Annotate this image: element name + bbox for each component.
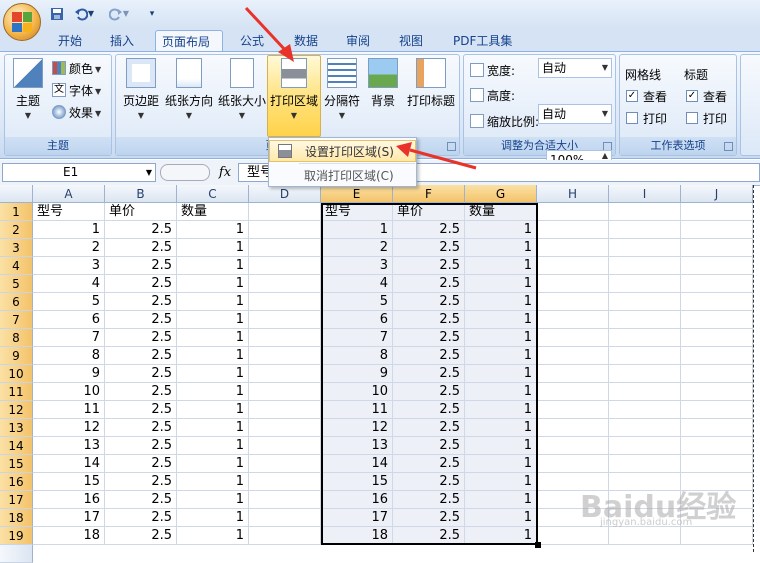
annotation-arrows	[244, 6, 477, 170]
annotation-arrow-to-set-print-area-icon	[396, 142, 477, 170]
annotation-arrow-to-print-area-icon	[244, 6, 294, 62]
